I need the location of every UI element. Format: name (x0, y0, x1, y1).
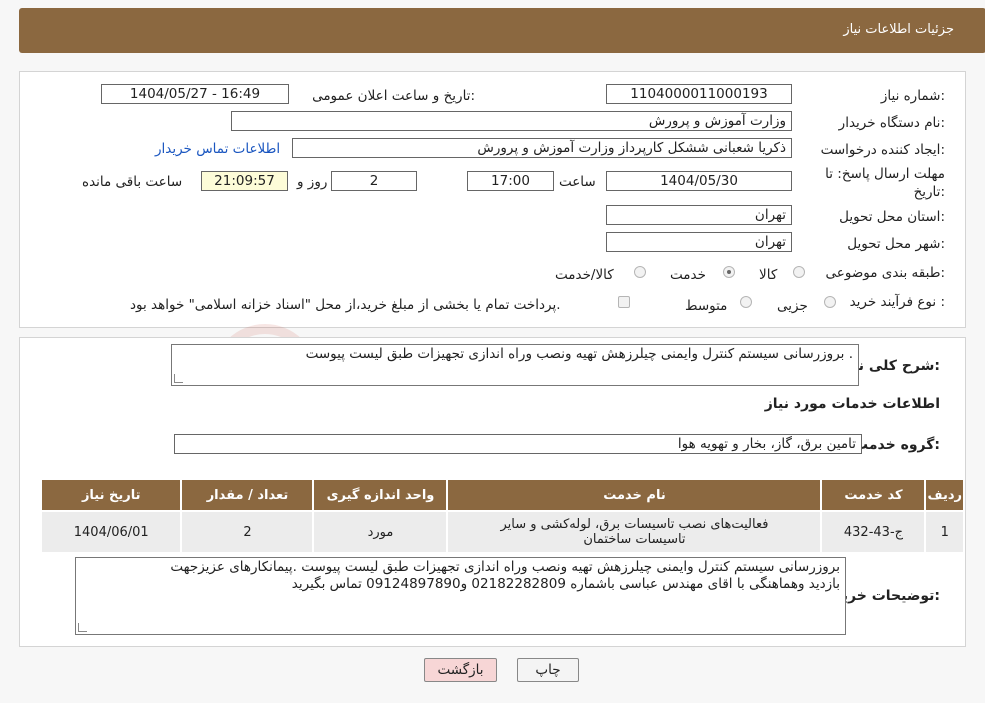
need-number-label: شماره نیاز: (880, 88, 945, 104)
cell-code: ج-43-432 (820, 510, 927, 554)
cell-row: 1 (924, 510, 965, 554)
buyer-org-label: نام دستگاه خریدار: (838, 115, 945, 131)
days-label: روز و (297, 174, 328, 190)
cell-date: 1404/06/01 (39, 510, 183, 554)
buyer-org-field: وزارت آموزش و پرورش (231, 111, 792, 131)
col-qty: تعداد / مقدار (180, 478, 315, 512)
city-label: شهر محل تحویل: (847, 236, 945, 252)
service-group-field: تامین برق، گاز، بخار و تهویه هوا (174, 434, 862, 454)
summary-field[interactable]: بروزرسانی سیستم کنترل وایمنی چیلرزهش تهی… (171, 344, 859, 386)
process-option-minor-radio[interactable] (824, 296, 836, 308)
need-number-field: 1104000011000193 (606, 84, 792, 104)
category-option-both-label: کالا/خدمت (555, 267, 614, 283)
services-panel: شرح کلی نیاز: بروزرسانی سیستم کنترل وایم… (19, 337, 966, 647)
table-row: 1 ج-43-432 فعالیت‌های نصب تاسیسات برق، ل… (39, 510, 965, 554)
payment-note: پرداخت تمام یا بخشی از مبلغ خرید،از محل … (130, 297, 561, 313)
cell-unit: مورد (312, 510, 449, 554)
buyer-notes-line-2: بازدید وهماهنگی با اقای مهندس عباسی باشم… (291, 576, 840, 592)
cell-qty: 2 (180, 510, 315, 554)
col-row: ردیف (924, 478, 965, 512)
page-header: جزئیات اطلاعات نیاز (19, 8, 985, 53)
announce-label: تاریخ و ساعت اعلان عمومی: (312, 88, 475, 104)
category-option-goods-radio[interactable] (793, 266, 805, 278)
process-label: نوع فرآیند خرید : (849, 294, 945, 310)
details-panel: شماره نیاز: 1104000011000193 تاریخ و ساع… (19, 71, 966, 430)
category-option-service-radio[interactable] (723, 266, 735, 278)
creator-field: ذکریا شعبانی ششکل کارپرداز وزارت آموزش و… (292, 138, 792, 158)
days-field: 2 (331, 171, 417, 191)
process-option-medium-label: متوسط (685, 298, 728, 314)
col-unit: واحد اندازه گیری (312, 478, 449, 512)
col-date: تاریخ نیاز (39, 478, 183, 512)
print-button[interactable]: چاپ (517, 658, 579, 682)
service-group-label: گروه خدمت: (854, 437, 940, 453)
services-table: ردیف کد خدمت نام خدمت واحد اندازه گیری ت… (39, 478, 965, 554)
province-field: تهران (606, 205, 792, 225)
payment-checkbox[interactable] (618, 296, 630, 308)
services-section-title: اطلاعات خدمات مورد نیاز (764, 396, 940, 412)
city-field: تهران (606, 232, 792, 252)
deadline-time-label: ساعت (559, 174, 596, 190)
resize-grip-icon[interactable] (78, 623, 87, 632)
page-title: جزئیات اطلاعات نیاز (843, 22, 954, 37)
announce-field: 1404/05/27 - 16:49 (101, 84, 289, 104)
summary-text: بروزرسانی سیستم کنترل وایمنی چیلرزهش تهی… (305, 346, 853, 362)
creator-label: ایجاد کننده درخواست: (820, 142, 945, 158)
deadline-label: مهلت ارسال پاسخ: تا تاریخ: (825, 166, 945, 200)
category-option-both-radio[interactable] (634, 266, 646, 278)
col-name: نام خدمت (446, 478, 823, 512)
deadline-time-field: 17:00 (467, 171, 554, 191)
process-option-minor-label: جزیی (777, 298, 808, 314)
province-label: استان محل تحویل: (839, 209, 945, 225)
remaining-time-field: 21:09:57 (201, 171, 288, 191)
remaining-label: ساعت باقی مانده (82, 174, 183, 190)
table-header-row: ردیف کد خدمت نام خدمت واحد اندازه گیری ت… (39, 478, 965, 512)
buyer-notes-line-1: بروزرسانی سیستم کنترل وایمنی چیلرزهش تهی… (170, 559, 840, 575)
process-option-medium-radio[interactable] (740, 296, 752, 308)
category-label: طبقه بندی موضوعی: (825, 265, 945, 281)
back-button[interactable]: بازگشت (424, 658, 497, 682)
buyer-notes-field[interactable]: بروزرسانی سیستم کنترل وایمنی چیلرزهش تهی… (75, 557, 846, 635)
resize-grip-icon[interactable] (174, 374, 183, 383)
deadline-date-field: 1404/05/30 (606, 171, 792, 191)
category-option-goods-label: کالا (759, 267, 778, 283)
category-option-service-label: خدمت (670, 267, 706, 283)
col-code: کد خدمت (820, 478, 927, 512)
cell-name: فعالیت‌های نصب تاسیسات برق، لوله‌کشی و س… (446, 510, 823, 554)
buyer-contact-link[interactable]: اطلاعات تماس خریدار (155, 141, 280, 157)
